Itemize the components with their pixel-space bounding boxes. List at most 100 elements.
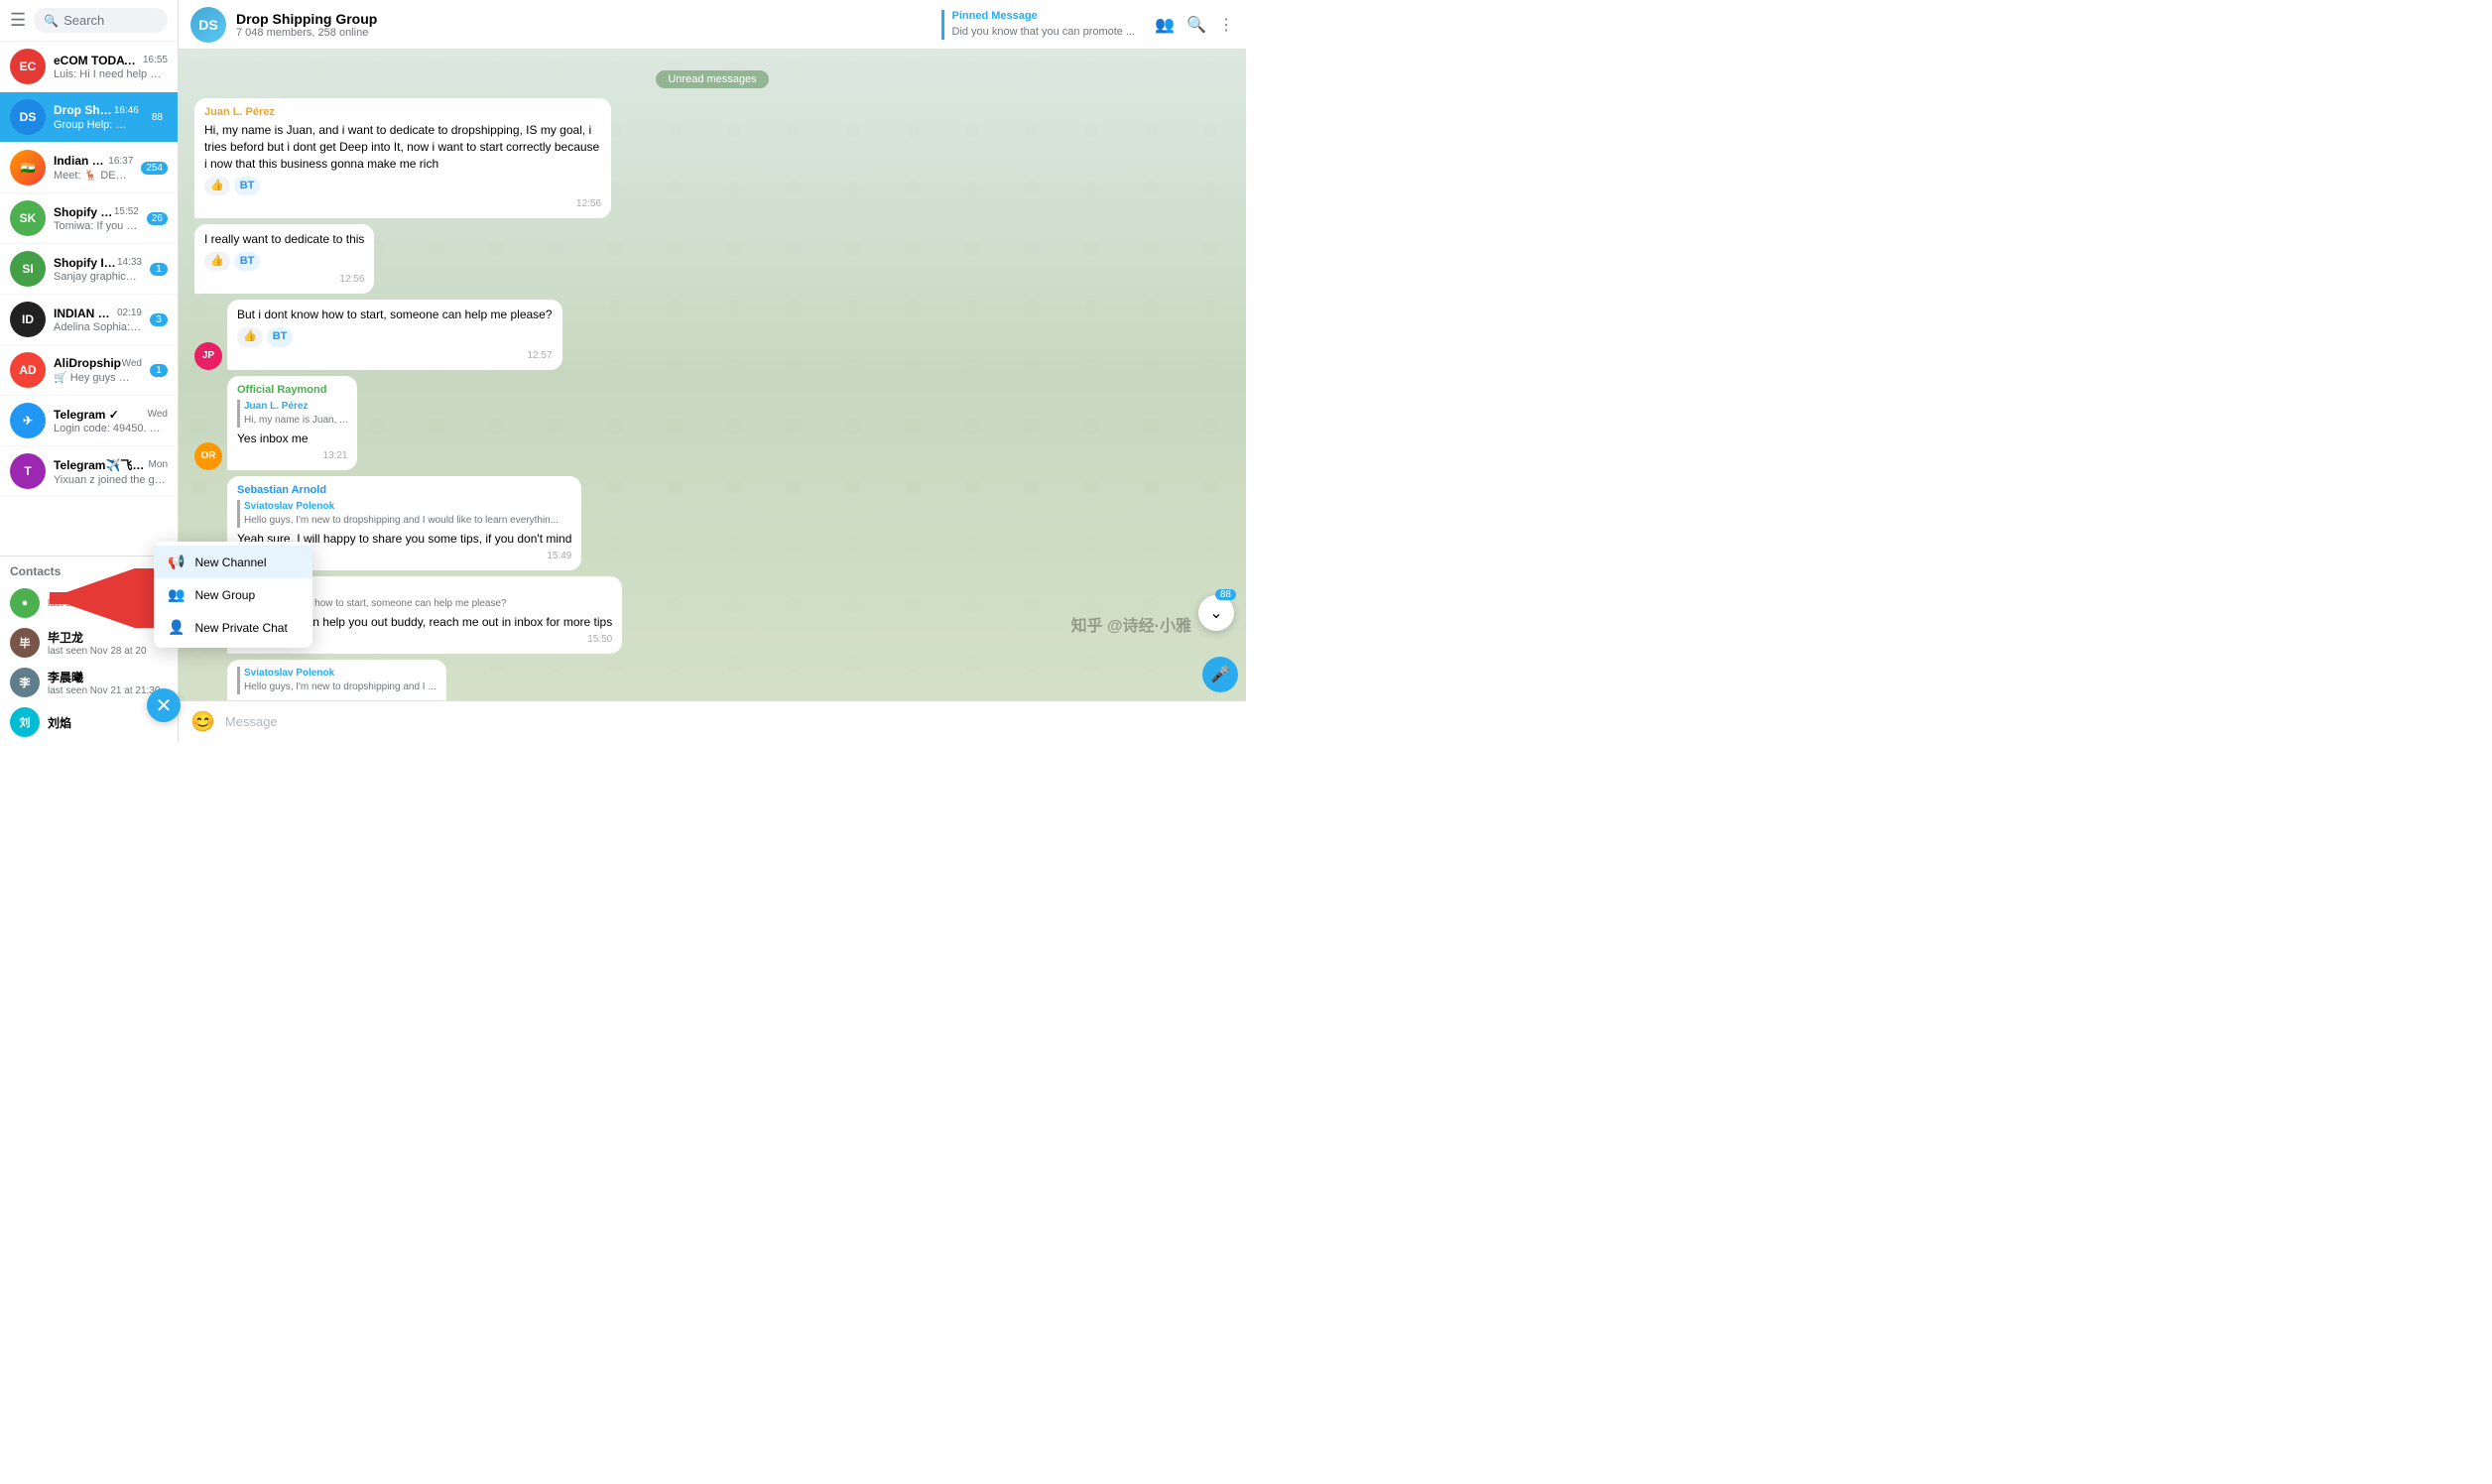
group-info: Drop Shipping Group 7 048 members, 258 o… bbox=[236, 11, 932, 39]
unread-badge: 88 bbox=[147, 111, 168, 124]
message-time: 12:56 bbox=[204, 273, 364, 287]
message-row: Sebastian Arnold Sviatoslav Polenok Hell… bbox=[194, 476, 1230, 570]
message-avatar: OR bbox=[194, 442, 222, 470]
contact-avatar: 李 bbox=[10, 668, 40, 697]
chat-preview: Luis: Hi I need help with one store onli… bbox=[54, 68, 168, 80]
unread-label: Unread messages bbox=[656, 70, 768, 88]
avatar: DS bbox=[10, 99, 46, 135]
search-box[interactable]: 🔍 Search bbox=[34, 8, 168, 33]
avatar: T bbox=[10, 453, 46, 489]
chat-preview: Adelina Sophia: There's this mining plat… bbox=[54, 321, 142, 333]
emoji-button[interactable]: 😊 bbox=[190, 709, 215, 734]
reply-sender: Sviatoslav Polenok bbox=[244, 500, 571, 514]
search-icon[interactable]: 🔍 bbox=[1186, 15, 1206, 35]
chat-name: Telegram ✓ bbox=[54, 408, 119, 422]
scroll-down-icon: ⌄ bbox=[1209, 603, 1222, 623]
chat-name: Shopify India 🔇 bbox=[54, 256, 117, 270]
search-icon: 🔍 bbox=[44, 14, 59, 28]
reaction: BT bbox=[234, 177, 261, 195]
reply-reference: Sviatoslav Polenok Hello guys, I'm new t… bbox=[237, 667, 436, 694]
chat-item-ecom[interactable]: EC eCOM TODAY Ecommerce | ENG C... 16:55… bbox=[0, 42, 178, 92]
reaction: 👍 bbox=[237, 327, 263, 346]
chat-item-indian[interactable]: 🇮🇳 Indian E-Commerce Wholsaler B2... 16:… bbox=[0, 143, 178, 193]
header-icons: 👥 🔍 ⋮ bbox=[1155, 15, 1234, 35]
chat-input-bar: 😊 bbox=[179, 700, 1246, 742]
message-row: SA Sviatoslav Polenok Hello guys, I'm ne… bbox=[194, 660, 1230, 700]
reactions: 👍 BT bbox=[204, 252, 364, 271]
fab-button[interactable]: ✕ bbox=[147, 688, 181, 722]
group-icon: 👥 bbox=[168, 586, 185, 603]
chat-item-telegram[interactable]: ✈ Telegram ✓ Wed Login code: 49450. Do n… bbox=[0, 396, 178, 446]
channel-icon: 📢 bbox=[168, 554, 185, 570]
reply-sender: Sviatoslav Polenok bbox=[244, 667, 436, 680]
new-channel-label: New Channel bbox=[194, 556, 266, 569]
unread-badge: 1 bbox=[150, 364, 168, 377]
avatar: ✈ bbox=[10, 403, 46, 438]
new-group-label: New Group bbox=[194, 588, 255, 602]
chat-time: 02:19 bbox=[117, 308, 142, 318]
avatar: AD bbox=[10, 352, 46, 388]
reaction: BT bbox=[267, 327, 294, 346]
chat-item-dropshipping[interactable]: DS Drop Shipping Group 🔇 16:46 Group Hel… bbox=[0, 92, 178, 143]
group-name: Drop Shipping Group bbox=[236, 11, 932, 27]
chat-name: Shopify Dropshipping Knowledge ... bbox=[54, 205, 114, 219]
chat-item-alidrop[interactable]: AD AliDropship Wed 🛒 Hey guys 👋 You can … bbox=[0, 345, 178, 396]
scroll-badge: 88 bbox=[1215, 589, 1236, 600]
reply-reference: Juan L. Pérez Hi, my name is Juan, ... bbox=[237, 400, 347, 428]
chat-item-shopifyindia[interactable]: SI Shopify India 🔇 14:33 Sanjay graphics… bbox=[0, 244, 178, 295]
avatar: EC bbox=[10, 49, 46, 84]
message-time: 12:57 bbox=[237, 349, 553, 363]
chat-name: INDIAN DROPSHIPPING🦅🐻 bbox=[54, 307, 117, 320]
reply-reference: Sviatoslav Polenok Hello guys, I'm new t… bbox=[237, 500, 571, 528]
avatar: 🇮🇳 bbox=[10, 150, 46, 186]
chat-item-telegramflights[interactable]: T Telegram✈️飞机群发/群组拉人/群... Mon Yixuan z … bbox=[0, 446, 178, 497]
message-row: JP But i dont know how to start, someone… bbox=[194, 300, 1230, 369]
message-sender: Official Raymond bbox=[237, 383, 347, 398]
bubble: I really want to dedicate to this 👍 BT 1… bbox=[194, 224, 374, 294]
message-time: 12:56 bbox=[204, 197, 601, 211]
reaction: 👍 bbox=[204, 177, 230, 195]
message-text: Reach me now in inbox for more tips bbox=[237, 697, 436, 700]
reaction: BT bbox=[234, 252, 261, 271]
message-input[interactable] bbox=[225, 714, 1234, 729]
chat-messages: Unread messages Juan L. Pérez Hi, my nam… bbox=[179, 50, 1246, 700]
avatar: SI bbox=[10, 251, 46, 287]
search-placeholder: Search bbox=[63, 13, 104, 28]
chat-name: AliDropship bbox=[54, 356, 121, 370]
contact-avatar: 刘 bbox=[10, 707, 40, 737]
chat-header: DS Drop Shipping Group 7 048 members, 25… bbox=[179, 0, 1246, 50]
chat-preview: Sanjay graphics designer full time freel… bbox=[54, 271, 142, 283]
message-time: 13:21 bbox=[237, 449, 347, 463]
chat-item-indiandrop[interactable]: ID INDIAN DROPSHIPPING🦅🐻 02:19 Adelina S… bbox=[0, 295, 178, 345]
message-row: I really want to dedicate to this 👍 BT 1… bbox=[194, 224, 1230, 294]
new-group-menuitem[interactable]: 👥 New Group bbox=[154, 578, 312, 611]
chat-preview: Tomiwa: If you need any recommenda... bbox=[54, 220, 139, 232]
chat-name: Indian E-Commerce Wholsaler B2... bbox=[54, 154, 108, 168]
chat-time: Wed bbox=[148, 409, 168, 420]
message-avatar: JP bbox=[194, 342, 222, 370]
members-icon[interactable]: 👥 bbox=[1155, 15, 1175, 35]
message-row: Juan L. Pérez Hi, my name is Juan, and i… bbox=[194, 98, 1230, 218]
new-channel-menuitem[interactable]: 📢 New Channel bbox=[154, 546, 312, 578]
pinned-message[interactable]: Pinned Message Did you know that you can… bbox=[941, 10, 1136, 40]
chat-item-shopify[interactable]: SK Shopify Dropshipping Knowledge ... 15… bbox=[0, 193, 178, 244]
pinned-text: Did you know that you can promote ... bbox=[952, 26, 1136, 38]
new-private-chat-menuitem[interactable]: 👤 New Private Chat bbox=[154, 611, 312, 644]
unread-badge: 254 bbox=[141, 162, 168, 175]
contact-name: 李晨曦 bbox=[48, 669, 168, 685]
reaction: 👍 bbox=[204, 252, 230, 271]
pinned-label: Pinned Message bbox=[952, 10, 1136, 22]
scroll-down-button[interactable]: 88 ⌄ bbox=[1198, 595, 1234, 631]
message-row: OR Official Raymond Juan L. Pérez Hi, my… bbox=[194, 376, 1230, 470]
mic-button[interactable]: 🎤 bbox=[1202, 657, 1238, 692]
group-members: 7 048 members, 258 online bbox=[236, 27, 932, 39]
message-text: I really want to dedicate to this bbox=[204, 231, 364, 248]
chat-preview: Login code: 49450. Do not give this code… bbox=[54, 423, 168, 434]
hamburger-icon[interactable]: ☰ bbox=[10, 10, 26, 31]
main-chat: DS Drop Shipping Group 7 048 members, 25… bbox=[179, 0, 1246, 742]
chat-time: Mon bbox=[149, 459, 168, 470]
chat-name: Telegram✈️飞机群发/群组拉人/群... bbox=[54, 456, 149, 473]
chat-preview: 🛒 Hey guys 👋 You can book a free m... bbox=[54, 371, 142, 384]
more-icon[interactable]: ⋮ bbox=[1218, 15, 1234, 35]
reactions: 👍 BT bbox=[204, 177, 601, 195]
